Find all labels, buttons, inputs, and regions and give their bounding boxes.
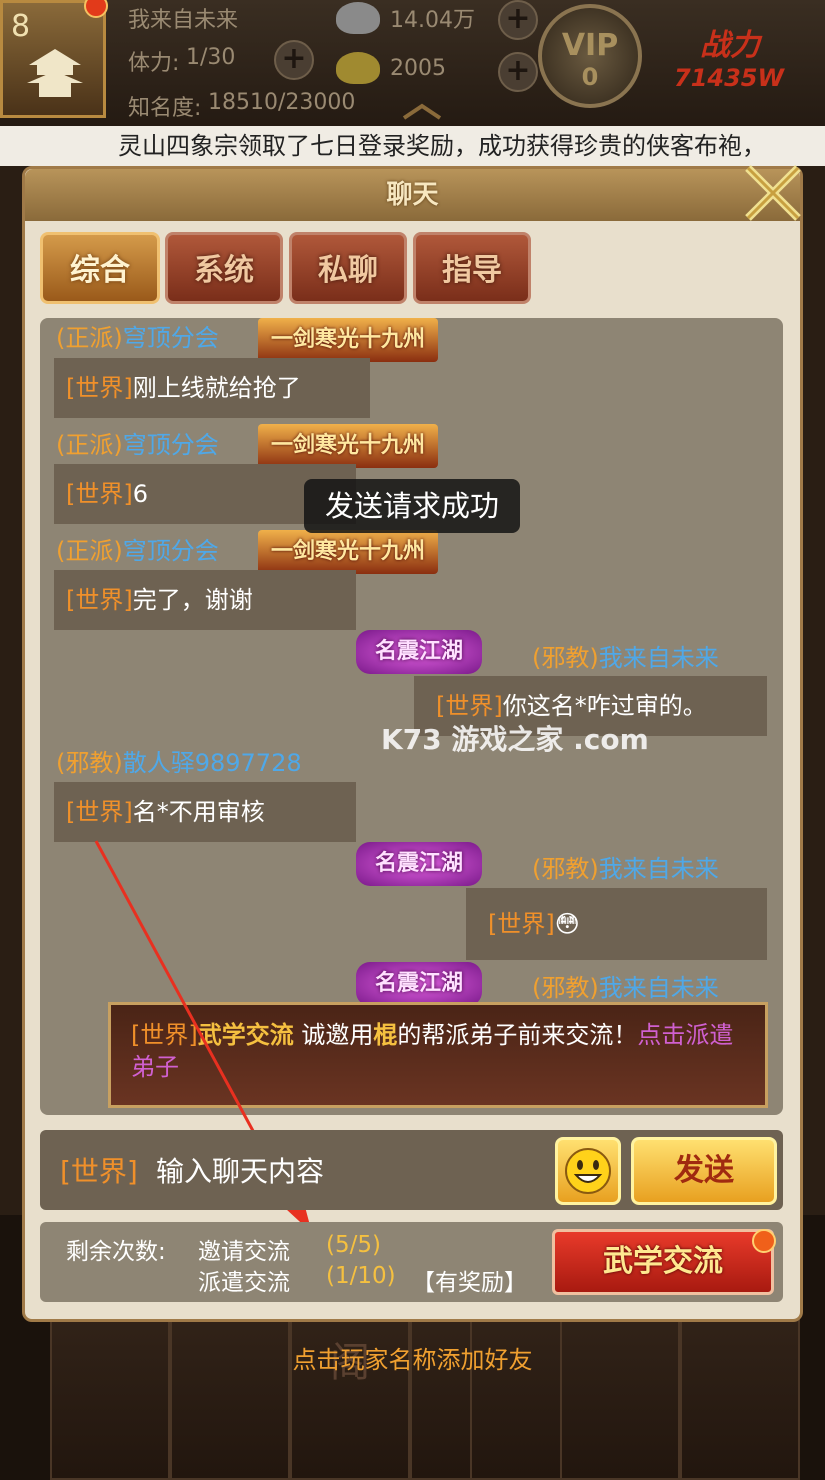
add-stamina-button[interactable]: + bbox=[274, 40, 314, 80]
title-badge: 一剑寒光十九州 bbox=[258, 530, 438, 574]
sender-name[interactable]: (正派)穹顶分会 bbox=[56, 318, 219, 353]
vip-label: VIP bbox=[561, 28, 619, 63]
martial-exchange-button[interactable]: 武学交流 bbox=[552, 1229, 774, 1295]
power-value: 71435W bbox=[674, 64, 784, 92]
smiley-icon bbox=[565, 1148, 611, 1194]
weapon-tag: 棍 bbox=[373, 1021, 398, 1049]
title-badge: 名震江湖 bbox=[356, 630, 482, 674]
input-channel-selector[interactable]: [世界] bbox=[60, 1150, 138, 1190]
sender-name[interactable]: (邪教)散人驿9897728 bbox=[56, 743, 302, 778]
reward-label: 【有奖励】 bbox=[412, 1270, 527, 1296]
title-badge: 一剑寒光十九州 bbox=[258, 424, 438, 468]
player-name: 我来自未来 bbox=[128, 8, 239, 33]
combat-power: 战力 71435W bbox=[674, 20, 784, 92]
dispatch-count: (1/10) bbox=[326, 1263, 396, 1289]
notification-dot bbox=[752, 1229, 776, 1253]
watermark: K73 游戏之家 .com bbox=[381, 723, 649, 756]
announcement-marquee: 灵山四象宗领取了七日登录奖励，成功获得珍贵的侠客布袍， bbox=[0, 126, 825, 166]
fame-value: 18510/23000 bbox=[208, 90, 356, 115]
dialog-title: 聊天 bbox=[25, 169, 800, 221]
add-gold-button[interactable]: + bbox=[498, 52, 538, 92]
silver-icon bbox=[336, 2, 380, 34]
sender-name[interactable]: (邪教)我来自未来 bbox=[532, 968, 719, 1003]
add-friend-hint: 点击玩家名称添加好友 bbox=[292, 1346, 533, 1374]
send-button[interactable]: 发送 bbox=[631, 1137, 777, 1205]
gold-icon bbox=[336, 52, 380, 84]
tab-private[interactable]: 私聊 bbox=[289, 232, 407, 304]
sender-name[interactable]: (邪教)我来自未来 bbox=[532, 638, 719, 673]
player-level: 8 bbox=[11, 9, 31, 44]
gold-value: 2005 bbox=[390, 56, 446, 81]
emoji-button[interactable] bbox=[555, 1137, 621, 1205]
chat-bubble: [世界]刚上线就给抢了 bbox=[54, 358, 370, 418]
sender-name[interactable]: (正派)穹顶分会 bbox=[56, 425, 219, 460]
chat-bubble: [世界]名*不用审核 bbox=[54, 782, 356, 842]
silver-value: 14.04万 bbox=[390, 8, 475, 33]
power-label: 战力 bbox=[700, 28, 760, 63]
invite-label: 邀请交流 bbox=[198, 1239, 290, 1265]
chevron-up-icon[interactable] bbox=[400, 100, 444, 122]
tab-general[interactable]: 综合 bbox=[40, 232, 160, 304]
stamina-label: 体力: bbox=[128, 51, 180, 76]
add-silver-button[interactable]: + bbox=[498, 0, 538, 40]
title-badge: 名震江湖 bbox=[356, 842, 482, 886]
player-avatar[interactable]: 8 bbox=[0, 0, 106, 118]
announcement-text: 灵山四象宗领取了七日登录奖励，成功获得珍贵的侠客布袍， bbox=[118, 132, 766, 160]
toast-notification: 发送请求成功 bbox=[304, 479, 520, 533]
vip-badge[interactable]: VIP 0 bbox=[538, 4, 642, 108]
tab-system[interactable]: 系统 bbox=[165, 232, 283, 304]
dispatch-label: 派遣交流 bbox=[198, 1270, 290, 1296]
chat-input[interactable]: 输入聊天内容 bbox=[156, 1150, 536, 1190]
title-badge: 一剑寒光十九州 bbox=[258, 318, 438, 362]
chat-bubble: [世界]完了，谢谢 bbox=[54, 570, 356, 630]
sender-name[interactable]: (正派)穹顶分会 bbox=[56, 531, 219, 566]
chat-bubble: [世界]😳 bbox=[466, 888, 767, 960]
sender-name[interactable]: (邪教)我来自未来 bbox=[532, 849, 719, 884]
vip-level: 0 bbox=[581, 63, 599, 91]
stamina-value: 1/30 bbox=[186, 45, 236, 70]
close-icon[interactable] bbox=[738, 158, 808, 228]
remaining-label: 剩余次数: bbox=[66, 1239, 166, 1265]
fame-label: 知名度: bbox=[128, 96, 202, 121]
title-badge: 名震江湖 bbox=[356, 962, 482, 1006]
invite-count: (5/5) bbox=[326, 1232, 381, 1258]
pagoda-icon bbox=[27, 49, 83, 97]
tab-guide[interactable]: 指导 bbox=[413, 232, 531, 304]
